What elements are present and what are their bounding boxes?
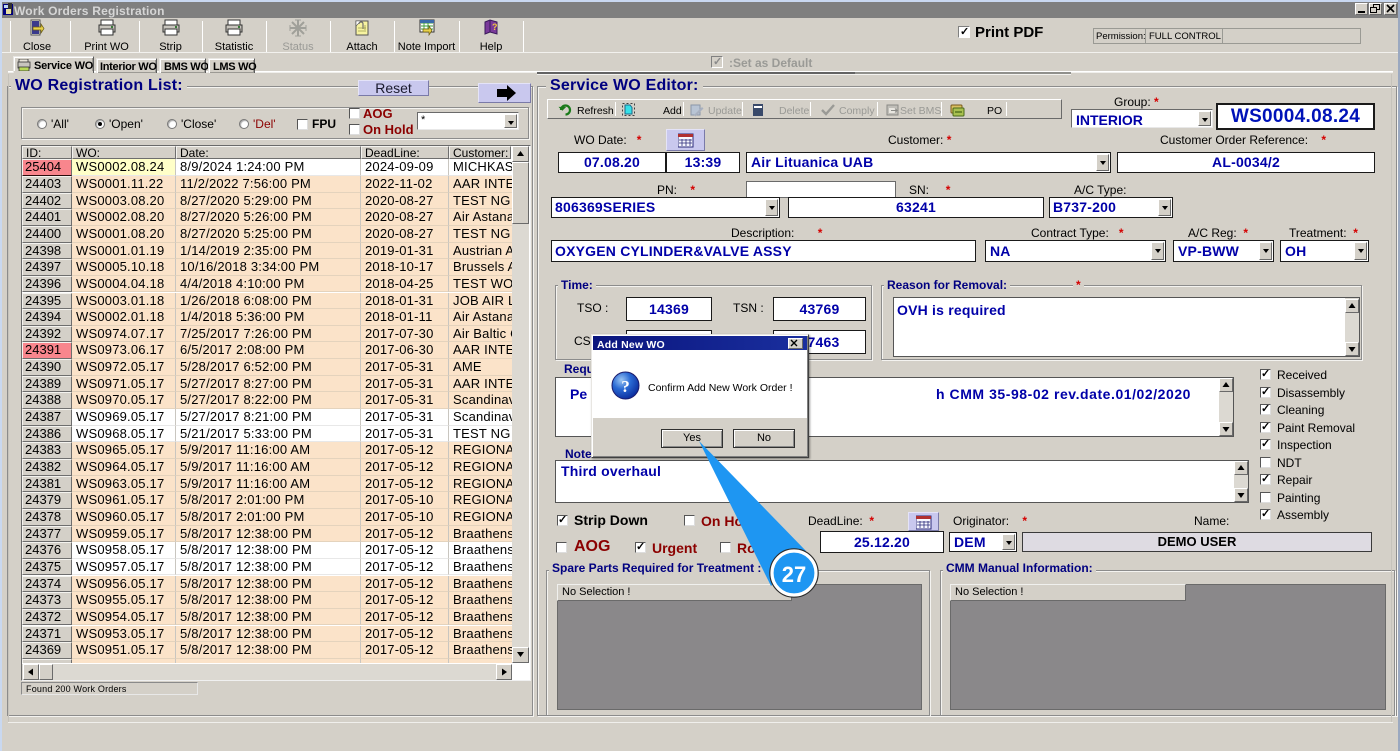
svg-text:?: ?: [621, 377, 630, 396]
svg-text:27: 27: [782, 562, 806, 587]
svg-text:?: ?: [492, 22, 498, 32]
